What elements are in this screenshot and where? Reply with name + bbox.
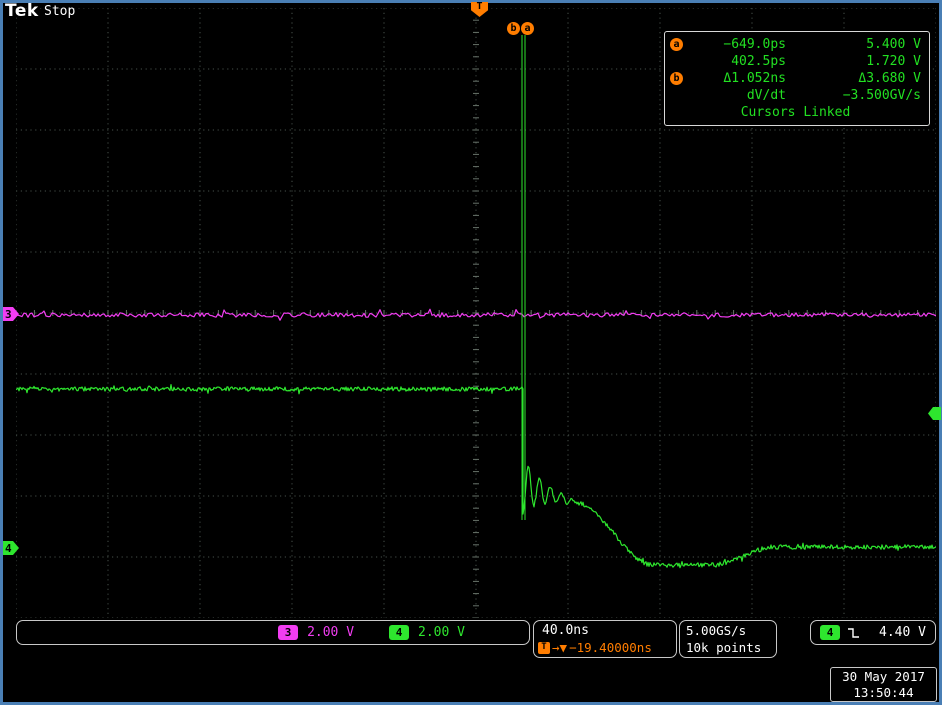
trigger-delay-arrows-icon: →▼ bbox=[552, 639, 567, 656]
cursor-b-volt: 1.720 V bbox=[786, 53, 921, 70]
ch3-scale-value: 2.00 V bbox=[307, 625, 354, 640]
trigger-level-value: 4.40 V bbox=[879, 625, 926, 640]
channel-scale-box[interactable]: 3 2.00 V 4 2.00 V bbox=[16, 620, 530, 645]
acquisition-settings-box[interactable]: 5.00GS/s 10k points bbox=[679, 620, 777, 658]
date-value: 30 May 2017 bbox=[842, 669, 925, 685]
cursors-linked-label: Cursors Linked bbox=[670, 104, 921, 121]
cursor-a-badge[interactable]: a bbox=[521, 22, 534, 35]
datetime-box: 30 May 2017 13:50:44 bbox=[830, 667, 937, 702]
cursor-a-volt: 5.400 V bbox=[786, 36, 921, 53]
cursor-row-a: a −649.0ps 5.400 V bbox=[670, 36, 921, 53]
ch3-badge[interactable]: 3 bbox=[278, 625, 298, 640]
ch4-badge[interactable]: 4 bbox=[389, 625, 409, 640]
trigger-delay-value: −19.40000ns bbox=[569, 639, 652, 656]
cursor-row-dvdt: dV/dt −3.500GV/s bbox=[670, 87, 921, 104]
cursor-b-badge[interactable]: b bbox=[507, 22, 520, 35]
dvdt-value: −3.500GV/s bbox=[786, 87, 921, 104]
dvdt-label: dV/dt bbox=[688, 87, 786, 104]
cursor-a-time: −649.0ps bbox=[688, 36, 786, 53]
sample-rate-value: 5.00GS/s bbox=[686, 622, 776, 639]
oscilloscope-screen: Tek Stop T b a a −649.0ps 5.400 V 402.5p… bbox=[0, 0, 942, 705]
acquisition-status: Stop bbox=[44, 4, 75, 19]
record-length-value: 10k points bbox=[686, 639, 776, 656]
cursor-b-time: 402.5ps bbox=[688, 53, 786, 70]
cursor-row-b: b Δ1.052ns Δ3.680 V bbox=[670, 70, 921, 87]
cursor-delta-time: Δ1.052ns bbox=[688, 70, 786, 87]
trigger-delay-t-icon: T bbox=[538, 642, 550, 654]
trigger-source-badge[interactable]: 4 bbox=[820, 625, 840, 640]
horizontal-settings-box[interactable]: 40.0ns T →▼ −19.40000ns bbox=[533, 620, 677, 658]
tek-logo: Tek bbox=[5, 1, 39, 21]
cursor-a-marker-icon: a bbox=[670, 38, 683, 51]
trigger-slope-icon bbox=[847, 626, 860, 639]
cursor-delta-volt: Δ3.680 V bbox=[786, 70, 921, 87]
trigger-settings-box[interactable]: 4 4.40 V bbox=[810, 620, 936, 645]
cursor-b-marker-icon: b bbox=[670, 72, 683, 85]
ch4-scale-value: 2.00 V bbox=[418, 625, 465, 640]
cursor-row-2: 402.5ps 1.720 V bbox=[670, 53, 921, 70]
timebase-value: 40.0ns bbox=[534, 622, 676, 639]
trigger-delay-row: T →▼ −19.40000ns bbox=[534, 639, 676, 656]
cursor-readout-panel: a −649.0ps 5.400 V 402.5ps 1.720 V b Δ1.… bbox=[664, 31, 930, 126]
time-value: 13:50:44 bbox=[853, 685, 913, 701]
